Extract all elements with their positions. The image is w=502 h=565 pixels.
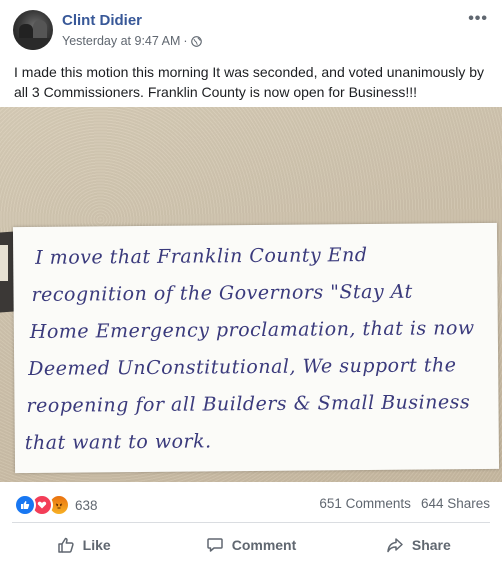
reaction-count: 638 [75,497,98,513]
post-timestamp[interactable]: Yesterday at 9:47 AM [62,34,180,48]
comments-count[interactable]: 651 Comments [319,496,411,511]
note-line: that want to work. [24,430,212,455]
handwritten-note: I move that Franklin County End recognit… [12,222,500,474]
comment-button[interactable]: Comment [167,528,334,562]
shares-count[interactable]: 644 Shares [421,496,490,511]
post-actions: Like Comment Share [0,528,502,562]
meta-separator: · [183,34,188,48]
more-options-icon[interactable]: ••• [468,10,488,28]
author-avatar[interactable] [13,10,53,50]
globe-icon[interactable] [190,35,202,47]
thumbs-up-icon [57,537,74,553]
note-line: Home Emergency proclamation, that is now [29,317,475,343]
reactions-summary[interactable]: 638 [14,494,98,516]
post-text: I made this motion this morning It was s… [14,64,485,100]
post-meta: Yesterday at 9:47 AM · [62,34,202,48]
post-photo[interactable]: I move that Franklin County End recognit… [0,107,502,482]
photo-background-object [0,245,8,281]
note-line: Deemed UnConstitutional, We support the [28,354,457,380]
like-button[interactable]: Like [0,528,167,562]
engagement-counts: 651 Comments 644 Shares [319,496,490,511]
note-line: reopening for all Builders & Small Busin… [26,391,471,418]
like-label: Like [82,537,111,553]
share-button[interactable]: Share [335,528,502,562]
comment-icon [206,538,223,552]
divider [12,522,490,523]
note-line: I move that Franklin County End [35,244,368,269]
share-arrow-icon [387,538,403,553]
comment-label: Comment [231,537,297,553]
note-line: recognition of the Governors "Stay At [31,280,413,306]
like-reaction-icon [14,494,36,516]
author-name[interactable]: Clint Didier [62,12,142,29]
facebook-post: Clint Didier Yesterday at 9:47 AM · ••• … [0,0,502,565]
share-label: Share [411,537,451,553]
